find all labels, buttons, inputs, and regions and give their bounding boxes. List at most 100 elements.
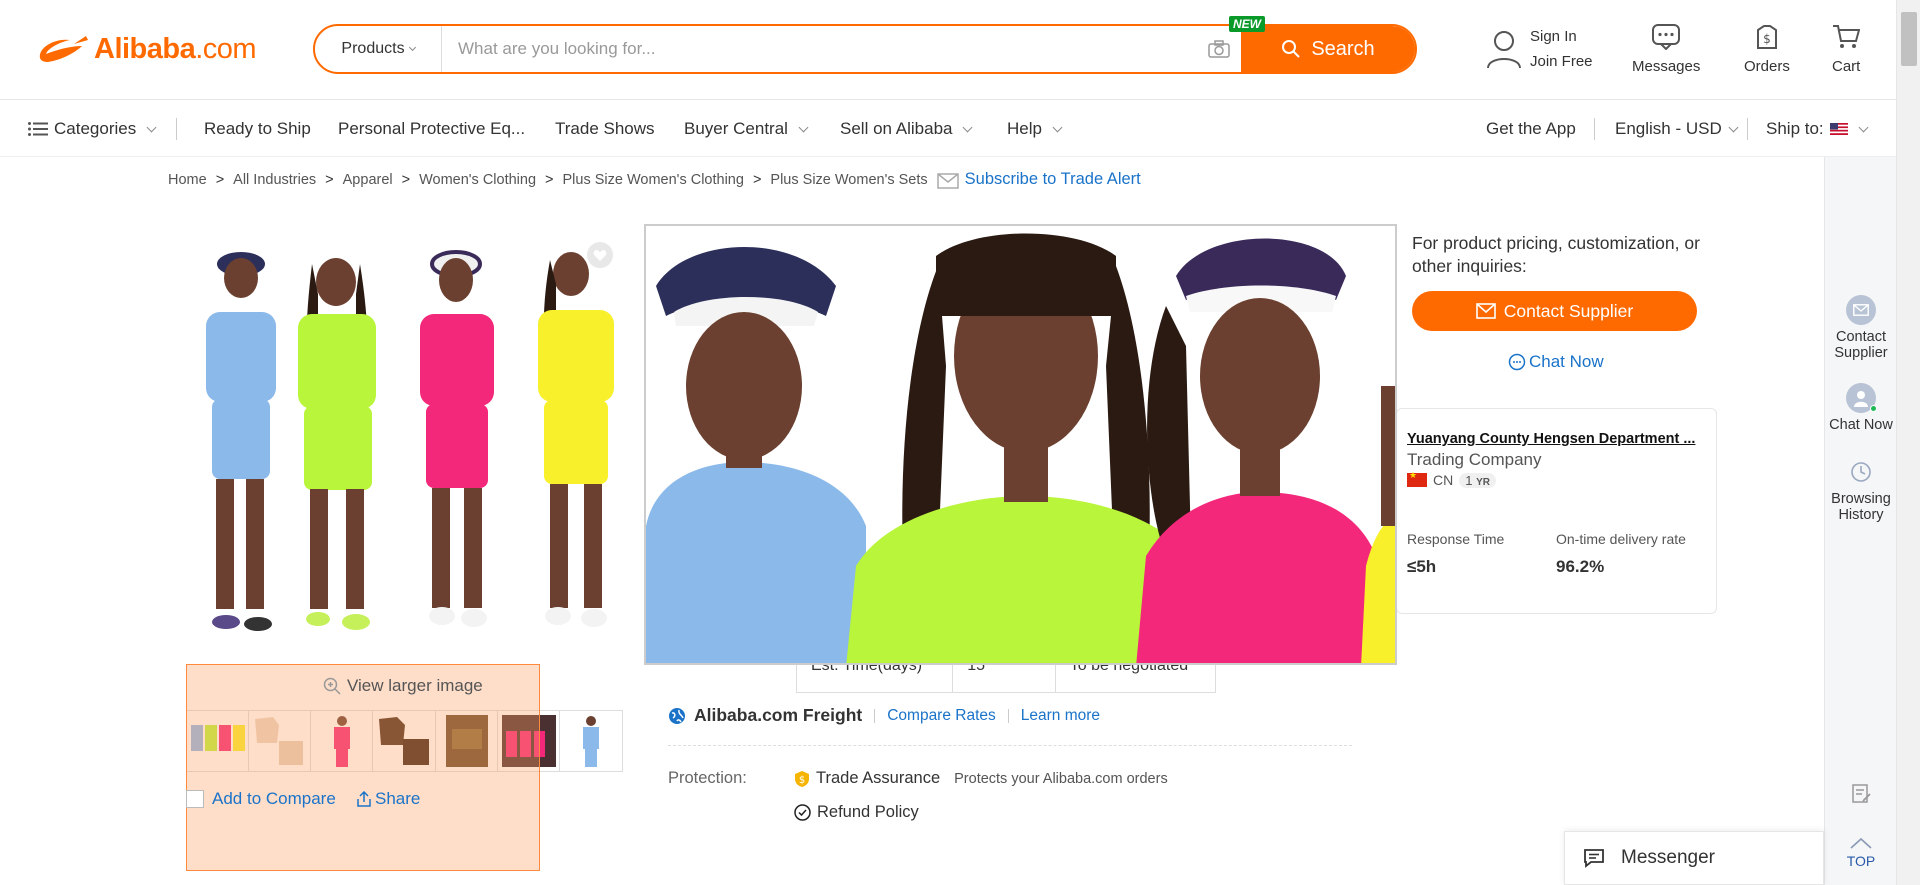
envelope-icon [1475,303,1496,319]
orders-icon: $ [1756,25,1777,49]
chat-now-link[interactable]: Chat Now [1508,352,1604,372]
get-app-label: Get the App [1486,119,1576,138]
side-chat-now-label: Chat Now [1829,417,1893,433]
nav-item-ready-to-ship[interactable]: Ready to Ship [204,119,311,139]
scrollbar-thumb[interactable] [1901,12,1917,66]
ship-to-select[interactable]: Ship to: [1766,119,1869,139]
ontime-delivery-value: 96.2% [1556,557,1605,576]
search-input[interactable] [442,26,1197,72]
thumbnail[interactable] [559,711,622,771]
zoom-preview [644,224,1397,665]
get-the-app-link[interactable]: Get the App [1486,119,1576,139]
cart-link[interactable]: Cart [1832,24,1861,75]
side-browsing-history[interactable]: Browsing History [1825,457,1897,523]
ship-to-label: Ship to: [1766,119,1824,138]
user-icon [1487,31,1521,69]
supplier-name-link[interactable]: Yuanyang County Hengsen Department ... [1407,431,1695,447]
language-currency-select[interactable]: English - USD [1615,119,1739,139]
search-button-label: Search [1311,37,1375,60]
orders-label: Orders [1744,58,1790,75]
subscribe-trade-alert-link[interactable]: Subscribe to Trade Alert [936,170,1141,189]
side-contact-supplier-label: Contact Supplier [1834,329,1888,361]
sign-in-link[interactable]: Sign In [1530,28,1593,45]
favorite-heart-icon[interactable] [587,242,613,268]
breadcrumb-separator: > [215,171,225,188]
view-larger-label: View larger image [347,676,483,695]
freight-brand: Alibaba.com Freight [694,705,863,725]
check-circle-icon [794,804,811,821]
cart-icon [1833,25,1861,48]
response-time-metric: Response Time ≤5h [1407,531,1504,577]
site-header: Alibaba.com Products NEW Search Sign In … [0,0,1896,100]
supplier-years: 1 [1465,472,1473,488]
nav-categories[interactable]: Categories [28,119,157,139]
trade-assurance-desc: Protects your Alibaba.com orders [954,770,1168,787]
breadcrumb-item-apparel[interactable]: Apparel [343,172,393,188]
share-button[interactable]: Share [356,789,420,809]
freight-row: Alibaba.com Freight Compare Rates Learn … [668,705,1100,726]
side-chat-now[interactable]: Chat Now [1825,383,1897,433]
search-category-select[interactable]: Products [315,26,442,72]
account-menu[interactable]: Sign In Join Free [1486,28,1593,70]
new-badge: NEW [1229,16,1265,32]
breadcrumb-item-womens-clothing[interactable]: Women's Clothing [419,172,536,188]
nav-item-trade-shows[interactable]: Trade Shows [555,119,655,139]
nav-item-ppe[interactable]: Personal Protective Eq... [338,119,525,139]
back-to-top-button[interactable]: TOP [1825,837,1897,869]
breadcrumb-item-all-industries[interactable]: All Industries [233,172,316,188]
nav-item-help[interactable]: Help [1007,119,1063,139]
camera-search-icon[interactable] [1197,26,1241,72]
chevron-down-icon [1858,122,1869,132]
response-time-label: Response Time [1407,531,1505,547]
svg-text:$: $ [799,775,805,786]
side-browsing-history-label: Browsing History [1831,491,1891,523]
breadcrumb-separator: > [545,171,554,188]
alibaba-logo-icon [39,36,88,62]
breadcrumb-separator: > [325,171,334,188]
side-contact-supplier[interactable]: Contact Supplier [1825,295,1897,361]
divider [874,708,876,723]
nav-item-label: Trade Shows [555,119,655,138]
messenger-bar[interactable]: Messenger [1564,831,1824,885]
nav-item-label: Sell on Alibaba [840,119,953,138]
chevron-up-icon [1850,837,1872,849]
logo-suffix: .com [195,32,257,65]
supplier-card: Yuanyang County Hengsen Department ... T… [1396,408,1717,614]
join-free-link[interactable]: Join Free [1530,53,1593,70]
alibaba-logo[interactable]: Alibaba .com [36,32,257,66]
nav-item-buyer-central[interactable]: Buyer Central [684,119,809,139]
menu-icon [28,122,48,136]
contact-supplier-button[interactable]: Contact Supplier [1412,291,1697,331]
inquiry-text: For product pricing, customization, or o… [1412,233,1700,276]
breadcrumb-item-home[interactable]: Home [168,172,207,188]
supplier-type: Trading Company [1407,450,1542,469]
compare-checkbox[interactable] [186,790,204,808]
chevron-down-icon [1728,122,1739,132]
orders-link[interactable]: $ Orders [1744,24,1790,75]
subscribe-label: Subscribe to Trade Alert [964,170,1141,188]
page-scrollbar[interactable] [1896,0,1920,885]
view-larger-image-button[interactable]: View larger image [323,676,483,696]
breadcrumb-item-plus-size-sets[interactable]: Plus Size Women's Sets [770,172,927,188]
product-main-image[interactable] [186,234,623,646]
trade-assurance[interactable]: $ Trade Assurance Protects your Alibaba.… [794,769,1168,788]
add-to-compare[interactable]: Add to Compare [186,789,336,809]
nav-item-sell-on-alibaba[interactable]: Sell on Alibaba [840,119,973,139]
chevron-down-icon [1052,122,1063,132]
globe-icon [669,707,685,724]
breadcrumb-item-plus-size-clothing[interactable]: Plus Size Women's Clothing [563,172,744,188]
share-icon [357,791,371,807]
side-feedback[interactable] [1825,783,1897,809]
breadcrumb-separator: > [401,171,411,188]
search-button[interactable]: NEW Search [1229,16,1415,72]
messages-label: Messages [1632,58,1701,75]
compare-rates-link[interactable]: Compare Rates [887,707,996,725]
messages-link[interactable]: Messages [1632,24,1700,75]
ontime-delivery-label: On-time delivery rate [1556,531,1686,547]
refund-policy[interactable]: Refund Policy [794,803,919,822]
refund-policy-label: Refund Policy [817,803,919,821]
main-nav: Categories Ready to Ship Personal Protec… [0,101,1896,157]
learn-more-link[interactable]: Learn more [1021,707,1100,725]
trade-assurance-shield-icon: $ [795,770,809,787]
language-label: English - USD [1615,119,1722,138]
